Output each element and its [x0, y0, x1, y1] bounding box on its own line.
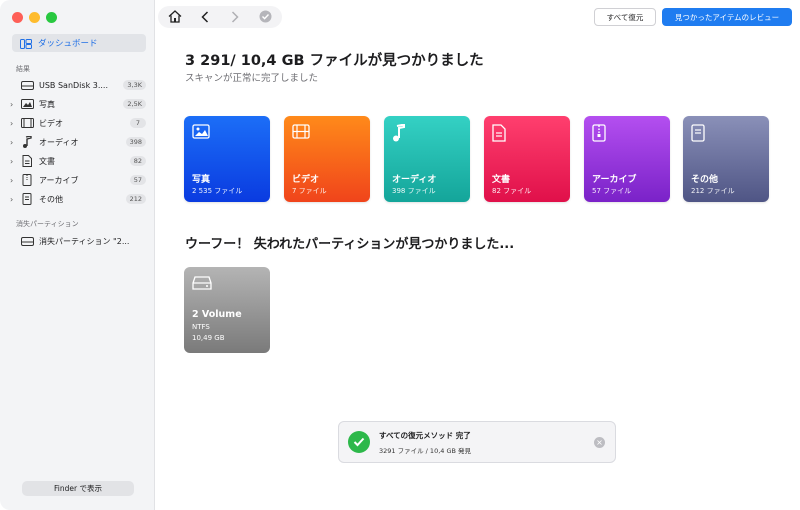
recover-all-button[interactable]: すべて復元 — [594, 8, 656, 26]
chevron-right-icon[interactable]: › — [10, 195, 20, 204]
music-note-icon — [392, 123, 406, 146]
toast-subtitle: 3291 ファイル / 10,4 GB 発見 — [379, 446, 472, 455]
sidebar-item-videos[interactable]: › ビデオ 7 — [10, 115, 146, 131]
sidebar-item-label: 写真 — [39, 99, 55, 109]
show-in-finder-button[interactable]: Finder で表示 — [22, 481, 134, 496]
other-icon — [20, 193, 34, 205]
volume-card[interactable]: 2 Volume NTFS 10,49 GB — [184, 267, 270, 353]
close-toast-button[interactable]: × — [594, 437, 605, 448]
sidebar-item-label: オーディオ — [39, 137, 79, 147]
sidebar-item-other[interactable]: › その他 212 — [10, 191, 146, 207]
music-icon — [20, 136, 34, 148]
category-count: 7 ファイル — [292, 187, 327, 195]
count-badge: 212 — [125, 194, 146, 204]
volume-size: 10,49 GB — [192, 334, 225, 342]
category-title: 写真 — [192, 175, 211, 185]
archive-icon — [20, 174, 34, 186]
drive-icon — [20, 235, 34, 247]
category-title: アーカイブ — [592, 175, 637, 185]
count-badge: 7 — [130, 118, 146, 128]
checkmark-icon — [348, 431, 370, 453]
dashboard-label: ダッシュボード — [38, 39, 98, 49]
lost-partition-section-title: 消失パーティション — [16, 220, 79, 228]
category-card-archives[interactable]: アーカイブ 57 ファイル — [584, 116, 670, 202]
window-controls — [12, 12, 57, 23]
chevron-right-icon[interactable]: › — [10, 138, 20, 147]
category-card-audio[interactable]: オーディオ 398 ファイル — [384, 116, 470, 202]
count-badge: 2,5K — [123, 99, 146, 109]
category-title: ビデオ — [292, 175, 320, 185]
archive-icon — [592, 124, 606, 146]
sidebar-item-label: アーカイブ — [39, 175, 79, 185]
volume-title: 2 Volume — [192, 309, 242, 320]
zoom-window-button[interactable] — [46, 12, 57, 23]
category-count: 57 ファイル — [592, 187, 632, 195]
results-section-title: 結果 — [16, 65, 30, 73]
volume-filesystem: NTFS — [192, 323, 210, 331]
category-card-other[interactable]: その他 212 ファイル — [683, 116, 769, 202]
photo-icon — [192, 124, 210, 143]
sidebar-item-archives[interactable]: › アーカイブ 57 — [10, 172, 146, 188]
category-title: オーディオ — [392, 175, 437, 185]
done-status-button[interactable] — [254, 6, 276, 28]
drive-icon — [192, 275, 212, 294]
chevron-right-icon[interactable]: › — [10, 176, 20, 185]
sidebar-item-audio[interactable]: › オーディオ 398 — [10, 134, 146, 150]
category-count: 212 ファイル — [691, 187, 735, 195]
page-title: 3 291/ 10,4 GB ファイルが見つかりました — [185, 53, 484, 69]
sidebar-item-documents[interactable]: › 文書 82 — [10, 153, 146, 169]
back-button[interactable] — [194, 6, 216, 28]
close-window-button[interactable] — [12, 12, 23, 23]
sidebar-item-label: 消失パーティション "2... — [39, 236, 130, 246]
home-icon — [168, 8, 182, 27]
chevron-right-icon[interactable]: › — [10, 100, 20, 109]
minimize-window-button[interactable] — [29, 12, 40, 23]
scan-status-text: スキャンが正常に完了しました — [185, 73, 319, 84]
sidebar-item-label: 文書 — [39, 156, 55, 166]
review-found-items-button[interactable]: 見つかったアイテムのレビュー — [662, 8, 792, 26]
home-button[interactable] — [164, 6, 186, 28]
category-count: 2 535 ファイル — [192, 187, 243, 195]
forward-button[interactable] — [224, 6, 246, 28]
navigation-toolbar — [158, 6, 282, 28]
chevron-right-icon[interactable]: › — [10, 119, 20, 128]
count-badge: 57 — [129, 175, 146, 185]
close-icon: × — [596, 437, 603, 447]
category-count: 82 ファイル — [492, 187, 532, 195]
category-card-videos[interactable]: ビデオ 7 ファイル — [284, 116, 370, 202]
chevron-left-icon — [201, 8, 209, 27]
category-title: 文書 — [492, 175, 511, 185]
film-icon — [292, 124, 310, 143]
checkmark-circle-icon — [259, 8, 272, 27]
chevron-right-icon[interactable]: › — [10, 157, 20, 166]
category-card-documents[interactable]: 文書 82 ファイル — [484, 116, 570, 202]
sidebar-item-dashboard[interactable]: ダッシュボード — [12, 34, 146, 52]
completion-toast: すべての復元メソッド 完了 3291 ファイル / 10,4 GB 発見 × — [338, 421, 616, 463]
sidebar-item-usb-drive[interactable]: USB SanDisk 3.... 3,3K — [10, 77, 146, 93]
document-icon — [20, 155, 34, 167]
category-card-photos[interactable]: 写真 2 535 ファイル — [184, 116, 270, 202]
drive-icon — [20, 79, 34, 91]
lost-partition-heading: ウーフー！ 失われたパーティションが見つかりました... — [185, 237, 515, 252]
sidebar-item-lost-partition[interactable]: 消失パーティション "2... — [10, 233, 146, 249]
sidebar-item-photos[interactable]: › 写真 2,5K — [10, 96, 146, 112]
count-badge: 82 — [129, 156, 146, 166]
file-icon — [691, 124, 705, 146]
sidebar-item-label: その他 — [39, 194, 63, 204]
dashboard-icon — [20, 34, 32, 53]
count-badge: 3,3K — [123, 80, 146, 90]
category-title: その他 — [691, 175, 719, 185]
sidebar: ダッシュボード 結果 USB SanDisk 3.... 3,3K › 写真 2… — [0, 0, 155, 510]
sidebar-item-label: ビデオ — [39, 118, 63, 128]
chevron-right-icon — [231, 8, 239, 27]
document-icon — [492, 124, 506, 146]
category-count: 398 ファイル — [392, 187, 436, 195]
photo-icon — [20, 98, 34, 110]
count-badge: 398 — [125, 137, 146, 147]
video-icon — [20, 117, 34, 129]
sidebar-item-label: USB SanDisk 3.... — [39, 80, 109, 90]
toast-title: すべての復元メソッド 完了 — [379, 430, 471, 440]
